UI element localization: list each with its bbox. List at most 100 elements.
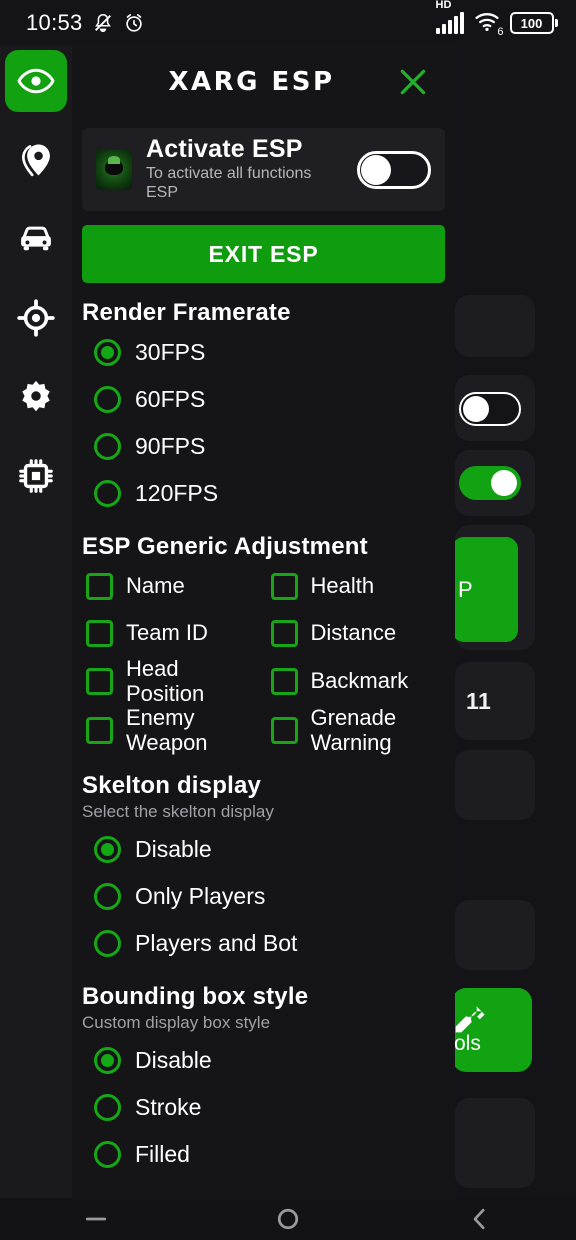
- bg-partial-button-label: P: [458, 576, 473, 602]
- network-type-label: HD: [435, 0, 452, 11]
- radio-indicator: [94, 835, 121, 863]
- activate-esp-title: Activate ESP: [146, 135, 303, 163]
- battery-icon: 100: [509, 12, 558, 34]
- radio-option-box-disable[interactable]: Disable: [72, 1037, 455, 1084]
- bg-card-8: [455, 1098, 535, 1188]
- checkbox-indicator: [270, 573, 298, 600]
- radio-option-box-stroke[interactable]: Stroke: [72, 1084, 455, 1131]
- sidebar-item-memory[interactable]: [5, 445, 67, 507]
- checkbox-label: Name: [126, 573, 185, 599]
- radio-label: Disable: [135, 1046, 212, 1073]
- radio-option-90fps[interactable]: 90FPS: [72, 423, 455, 470]
- signal-icon: HD: [435, 0, 464, 34]
- radio-indicator: [94, 1093, 121, 1121]
- crosshair-icon: [17, 299, 55, 337]
- radio-label: 120FPS: [135, 480, 219, 506]
- toggle-knob: [361, 154, 391, 185]
- page-title: XARG ESP: [168, 67, 335, 97]
- bounding-box-style-title: Bounding box style: [82, 982, 309, 1010]
- bg-tools-card[interactable]: ols: [452, 988, 532, 1072]
- radio-label: 30FPS: [135, 339, 206, 365]
- checkbox-indicator: [86, 620, 113, 647]
- checkbox-indicator: [270, 620, 298, 647]
- radio-label: Disable: [135, 835, 212, 862]
- radio-label: Players and Bot: [135, 929, 298, 956]
- activate-esp-card[interactable]: Activate ESP To activate all functions E…: [82, 128, 445, 211]
- esp-checkbox-grid: Name Health Team ID Distance Head Positi…: [72, 563, 455, 756]
- activate-esp-texts: Activate ESP To activate all functions E…: [146, 136, 343, 203]
- wifi-icon: 6: [473, 10, 504, 38]
- bounding-box-style-section: Bounding box style Custom display box st…: [72, 983, 455, 1178]
- checkbox-indicator: [86, 717, 113, 745]
- skelton-display-title: Skelton display: [82, 771, 262, 799]
- checkbox-label: Enemy Weapon: [126, 705, 208, 755]
- bounding-box-style-subtitle: Custom display box style: [82, 1012, 271, 1032]
- esp-content: XARG ESP Activate ESP To activate all fu…: [72, 46, 455, 1198]
- radio-indicator: [94, 480, 121, 507]
- bg-card-7: [455, 900, 535, 970]
- bounding-box-style-options: Disable Stroke Filled: [72, 1037, 455, 1178]
- render-framerate-title: Render Framerate: [82, 299, 291, 326]
- radio-indicator: [94, 929, 121, 957]
- bg-partial-green-button[interactable]: P: [452, 537, 518, 642]
- radio-option-skelton-disable[interactable]: Disable: [72, 826, 455, 873]
- sidebar-item-aim[interactable]: [5, 287, 67, 349]
- activate-esp-subtitle: To activate all functions ESP: [146, 165, 312, 202]
- bg-partial-text: 11: [466, 688, 492, 714]
- radio-indicator: [94, 882, 121, 910]
- close-icon: [400, 69, 426, 95]
- esp-generic-adjustment-title: ESP Generic Adjustment: [82, 533, 368, 560]
- checkbox-label: Team ID: [126, 620, 208, 646]
- checkbox-label: Distance: [310, 620, 397, 646]
- sidebar: [0, 46, 72, 1198]
- status-bar-left: 10:53: [26, 10, 145, 36]
- bg-toggle-on[interactable]: [459, 466, 521, 500]
- radio-option-skelton-players-and-bot[interactable]: Players and Bot: [72, 920, 455, 967]
- sidebar-item-vehicle[interactable]: [5, 208, 67, 270]
- checkbox-indicator: [86, 668, 113, 696]
- radio-option-60fps[interactable]: 60FPS: [72, 376, 455, 423]
- radio-option-box-filled[interactable]: Filled: [72, 1131, 455, 1178]
- sidebar-item-location[interactable]: [5, 129, 67, 191]
- chip-icon: [19, 459, 53, 493]
- eye-icon: [17, 68, 55, 94]
- checkbox-team-id[interactable]: Team ID: [86, 610, 271, 657]
- close-button[interactable]: [393, 62, 433, 102]
- radio-option-skelton-only-players[interactable]: Only Players: [72, 873, 455, 920]
- sidebar-item-esp[interactable]: [5, 50, 67, 112]
- bg-card-6: [455, 750, 535, 820]
- alarm-icon: [125, 14, 142, 32]
- checkbox-health[interactable]: Health: [270, 563, 456, 610]
- checkbox-name[interactable]: Name: [86, 563, 271, 610]
- checkbox-label: Health: [310, 573, 375, 599]
- checkbox-head-position[interactable]: Head Position: [86, 656, 271, 706]
- nav-back-button[interactable]: [445, 1198, 515, 1240]
- checkbox-enemy-weapon[interactable]: Enemy Weapon: [86, 705, 271, 755]
- skelton-display-section: Skelton display Select the skelton displ…: [72, 772, 455, 967]
- panel-header: XARG ESP: [72, 46, 455, 118]
- render-framerate-section: Render Framerate 30FPS 60FPS 90FPS 120FP…: [72, 299, 455, 517]
- radio-label: 60FPS: [135, 386, 206, 412]
- checkbox-label: Head Position: [126, 656, 205, 706]
- radio-label: Stroke: [135, 1093, 202, 1120]
- checkbox-indicator: [270, 717, 298, 745]
- checkbox-distance[interactable]: Distance: [270, 610, 456, 657]
- checkbox-backmark[interactable]: Backmark: [270, 657, 456, 706]
- radio-indicator: [94, 386, 121, 413]
- bg-toggle-off[interactable]: [459, 392, 521, 426]
- status-clock: 10:53: [26, 10, 83, 35]
- radio-option-120fps[interactable]: 120FPS: [72, 470, 455, 517]
- checkbox-indicator: [86, 573, 113, 600]
- nav-recents-button[interactable]: [61, 1198, 131, 1240]
- exit-esp-button[interactable]: EXIT ESP: [82, 225, 445, 283]
- esp-overlay-panel: XARG ESP Activate ESP To activate all fu…: [0, 46, 455, 1198]
- bg-card-1: [455, 295, 535, 357]
- activate-esp-toggle[interactable]: [357, 150, 431, 189]
- checkbox-grenade-warning[interactable]: Grenade Warning: [270, 705, 456, 755]
- android-nav-bar: [0, 1198, 576, 1240]
- radio-option-30fps[interactable]: 30FPS: [72, 329, 455, 376]
- sidebar-item-settings[interactable]: [5, 366, 67, 428]
- radio-label: Filled: [135, 1140, 190, 1167]
- nav-home-button[interactable]: [253, 1198, 323, 1240]
- checkbox-label: Backmark: [310, 668, 409, 694]
